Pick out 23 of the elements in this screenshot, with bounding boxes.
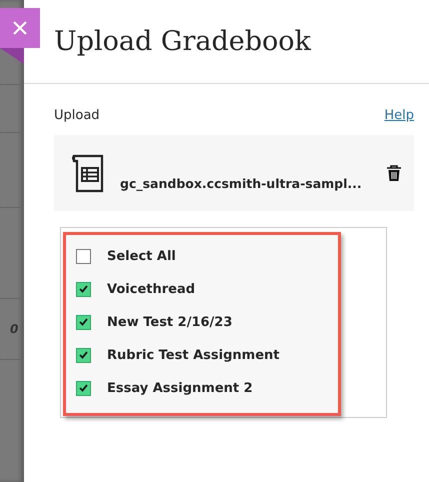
checkmark-icon: [79, 384, 88, 392]
item-label: Voicethread: [107, 282, 196, 296]
close-button[interactable]: [0, 8, 40, 48]
trash-icon[interactable]: [386, 164, 402, 182]
ribbon-fold-icon: [0, 48, 24, 64]
panel-title: Upload Gradebook: [54, 26, 311, 57]
close-icon: [12, 20, 28, 36]
file-name: gc_sandbox.ccsmith-ultra-sampl...: [120, 176, 363, 190]
item-label: Essay Assignment 2: [107, 380, 253, 396]
background-text: 0: [9, 322, 18, 336]
checkbox[interactable]: [76, 248, 91, 264]
checkbox[interactable]: [76, 348, 91, 362]
item-label: Rubric Test Assignment: [107, 348, 280, 362]
checkmark-icon: [79, 351, 88, 359]
item-label: New Test 2/16/23: [107, 314, 232, 330]
checkmark-icon: [79, 285, 88, 293]
help-link[interactable]: Help: [384, 108, 414, 123]
checkmark-icon: [79, 318, 88, 326]
checkbox[interactable]: [76, 282, 91, 296]
checkbox[interactable]: [76, 314, 91, 330]
upload-label: Upload: [54, 108, 100, 123]
checkbox[interactable]: [76, 380, 91, 396]
item-label: Select All: [107, 248, 176, 264]
